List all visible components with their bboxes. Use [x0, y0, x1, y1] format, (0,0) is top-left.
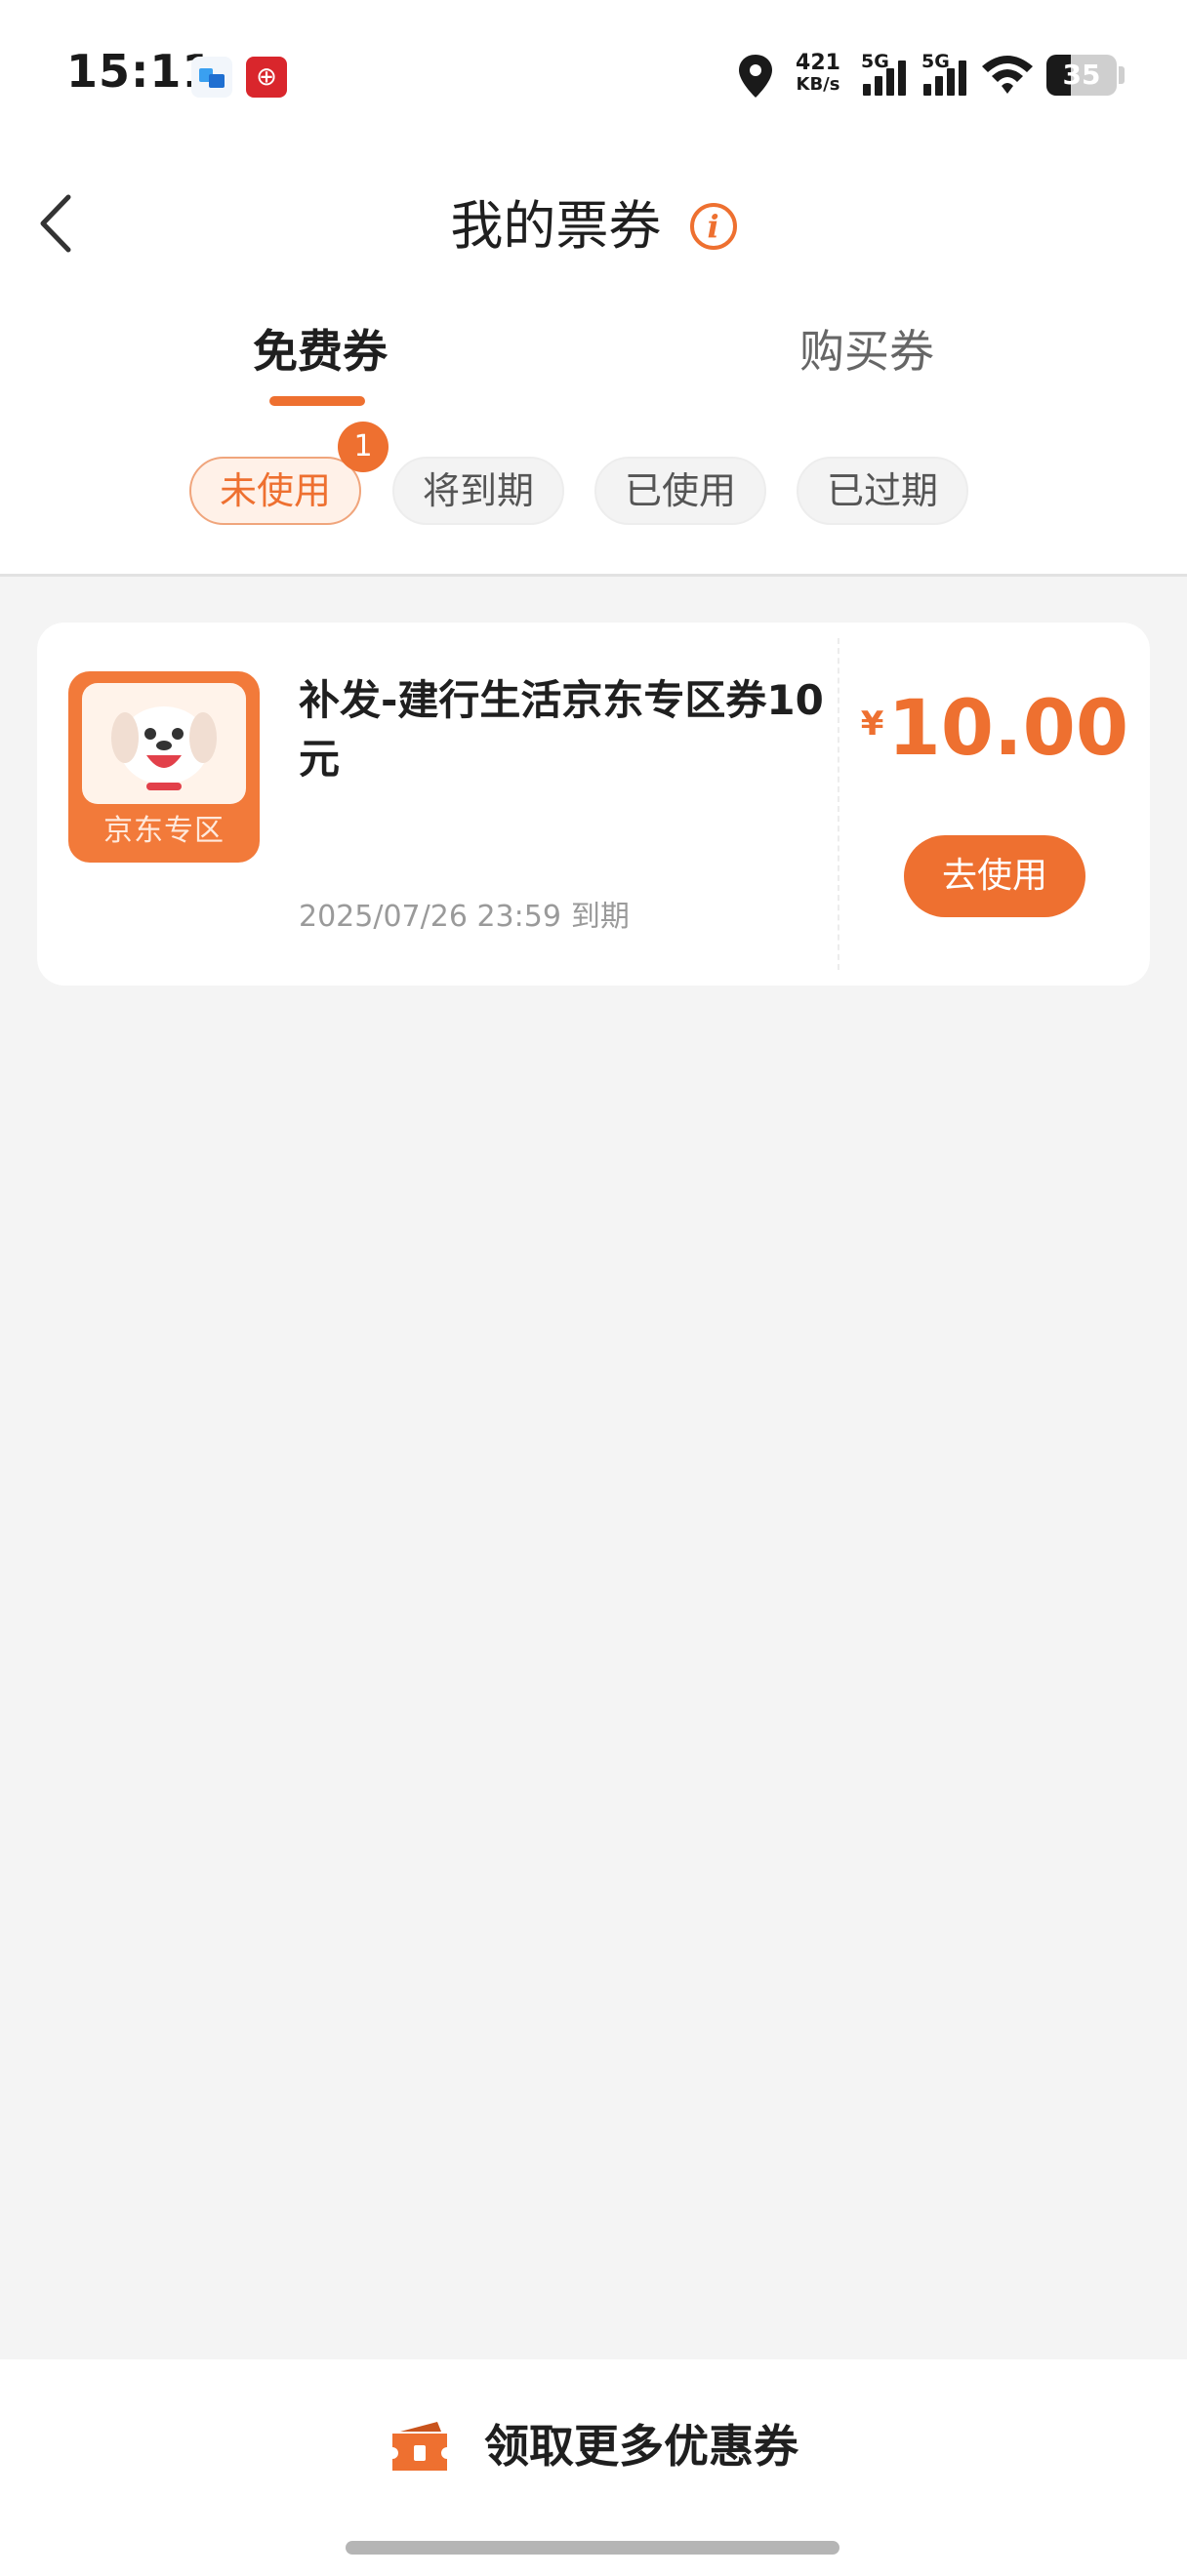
amount-value: 10.00 — [887, 685, 1129, 773]
battery-cap — [1119, 66, 1125, 84]
jd-zone-logo: 京东专区 — [68, 671, 260, 863]
active-tab-indicator — [269, 396, 365, 406]
status-bar: 15:11 ⊕ 421 KB/s 5G 5G 35 — [0, 0, 1187, 156]
header: 我的票券 i 免费券 购买券 未使用 将到期 已使用 已过期 1 — [0, 156, 1187, 576]
coupon-card[interactable]: 京东专区 补发-建行生活京东专区券10元 2025/07/26 23:59 到期 … — [37, 623, 1150, 986]
unused-count-badge: 1 — [338, 422, 389, 472]
coupon-title: 补发-建行生活京东专区券10元 — [299, 676, 824, 783]
filter-unused[interactable]: 未使用 — [189, 457, 361, 525]
ticket-icon — [391, 2421, 447, 2471]
filter-used[interactable]: 已使用 — [594, 457, 766, 525]
coupon-expiry: 2025/07/26 23:59 到期 — [299, 892, 630, 935]
header-divider — [0, 574, 1187, 577]
battery-icon: 35 — [1046, 55, 1117, 96]
network-speed: 421 KB/s — [796, 51, 840, 96]
signal-icon: 5G — [921, 51, 976, 100]
coupon-amount: ¥10.00 — [839, 685, 1150, 773]
use-coupon-button[interactable]: 去使用 — [904, 835, 1085, 917]
tab-purchased-coupons[interactable]: 购买券 — [720, 312, 1013, 390]
expiry-suffix: 到期 — [570, 900, 630, 934]
battery-level: 35 — [1062, 59, 1101, 91]
filter-expired[interactable]: 已过期 — [797, 457, 968, 525]
wifi-icon — [982, 56, 1033, 94]
home-indicator[interactable] — [346, 2541, 839, 2555]
coupons-page: 15:11 ⊕ 421 KB/s 5G 5G 35 我的票券 i 免费券 购买券… — [0, 0, 1187, 2576]
filter-expiring[interactable]: 将到期 — [392, 457, 564, 525]
get-more-coupons-button[interactable]: 领取更多优惠券 — [0, 2408, 1187, 2480]
signal-icon: 5G — [861, 51, 916, 100]
page-title-row: 我的票券 i — [0, 180, 1187, 270]
jd-dog-mascot-icon — [111, 706, 217, 790]
get-more-coupons-label: 领取更多优惠券 — [484, 2419, 798, 2473]
tab-free-coupons[interactable]: 免费券 — [174, 312, 467, 390]
expiry-date: 2025/07/26 23:59 — [299, 900, 561, 934]
info-icon[interactable]: i — [689, 203, 737, 251]
currency-symbol: ¥ — [860, 704, 884, 744]
logo-text: 京东专区 — [103, 814, 225, 848]
page-title: 我的票券 — [450, 195, 662, 258]
footer: 领取更多优惠券 — [0, 2359, 1187, 2576]
bank-app-icon: ⊕ — [246, 57, 287, 98]
app-notification-icon — [191, 57, 232, 98]
location-icon — [739, 55, 772, 98]
